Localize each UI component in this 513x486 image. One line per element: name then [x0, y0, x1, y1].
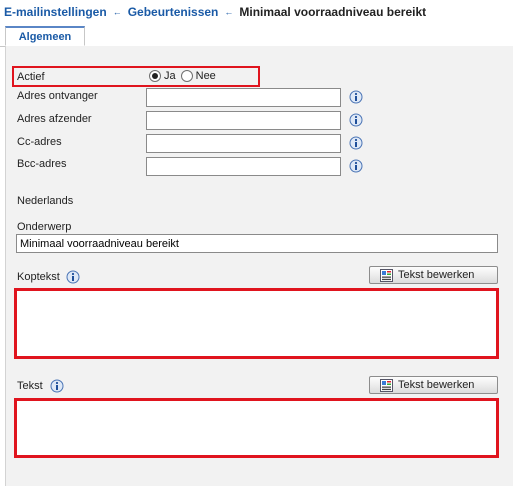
edit-header-text-label: Tekst bewerken: [398, 269, 475, 281]
active-radio-group: Ja Nee: [149, 69, 218, 83]
recipient-input[interactable]: [146, 88, 341, 107]
breadcrumb: E-mailinstellingen ← Gebeurtenissen ← Mi…: [4, 4, 426, 20]
language-heading: Nederlands: [17, 195, 74, 207]
breadcrumb-arrow-icon: ←: [224, 7, 234, 17]
info-icon[interactable]: [349, 159, 363, 173]
header-text-editor[interactable]: [14, 288, 499, 359]
cc-input[interactable]: [146, 134, 341, 153]
info-icon[interactable]: [349, 113, 363, 127]
page-title: Minimaal voorraadniveau bereikt: [239, 5, 427, 19]
active-option-yes-label: Ja: [164, 70, 176, 82]
edit-body-text-button[interactable]: Tekst bewerken: [369, 376, 498, 394]
active-row-highlight: [12, 66, 260, 87]
edit-document-icon: [380, 378, 393, 392]
bcc-input[interactable]: [146, 157, 341, 176]
subject-label: Onderwerp: [17, 221, 72, 233]
breadcrumb-events[interactable]: Gebeurtenissen: [128, 5, 219, 19]
recipient-label: Adres ontvanger: [17, 90, 98, 102]
breadcrumb-email-settings[interactable]: E-mailinstellingen: [4, 5, 107, 19]
info-icon[interactable]: [50, 379, 64, 393]
subject-input[interactable]: [16, 234, 498, 253]
edit-document-icon: [380, 268, 393, 282]
radio-unchecked-icon[interactable]: [180, 70, 193, 82]
sender-label: Adres afzender: [17, 113, 92, 125]
edit-header-text-button[interactable]: Tekst bewerken: [369, 266, 498, 284]
info-icon[interactable]: [66, 270, 80, 284]
cc-label: Cc-adres: [17, 136, 62, 148]
body-text-editor[interactable]: [14, 398, 499, 458]
info-icon[interactable]: [349, 90, 363, 104]
radio-checked-icon[interactable]: [149, 70, 161, 82]
header-text-label: Koptekst: [17, 271, 60, 283]
bcc-label: Bcc-adres: [17, 158, 67, 170]
info-icon[interactable]: [349, 136, 363, 150]
active-option-no-label: Nee: [195, 70, 216, 82]
tab-general[interactable]: Algemeen: [5, 26, 85, 46]
tab-bar: Algemeen: [0, 26, 513, 47]
body-text-label: Tekst: [17, 380, 43, 392]
active-label: Actief: [17, 71, 45, 83]
active-option-no[interactable]: Nee: [180, 70, 216, 82]
active-option-yes[interactable]: Ja: [149, 70, 176, 82]
edit-body-text-label: Tekst bewerken: [398, 379, 475, 391]
breadcrumb-arrow-icon: ←: [112, 7, 122, 17]
sender-input[interactable]: [146, 111, 341, 130]
